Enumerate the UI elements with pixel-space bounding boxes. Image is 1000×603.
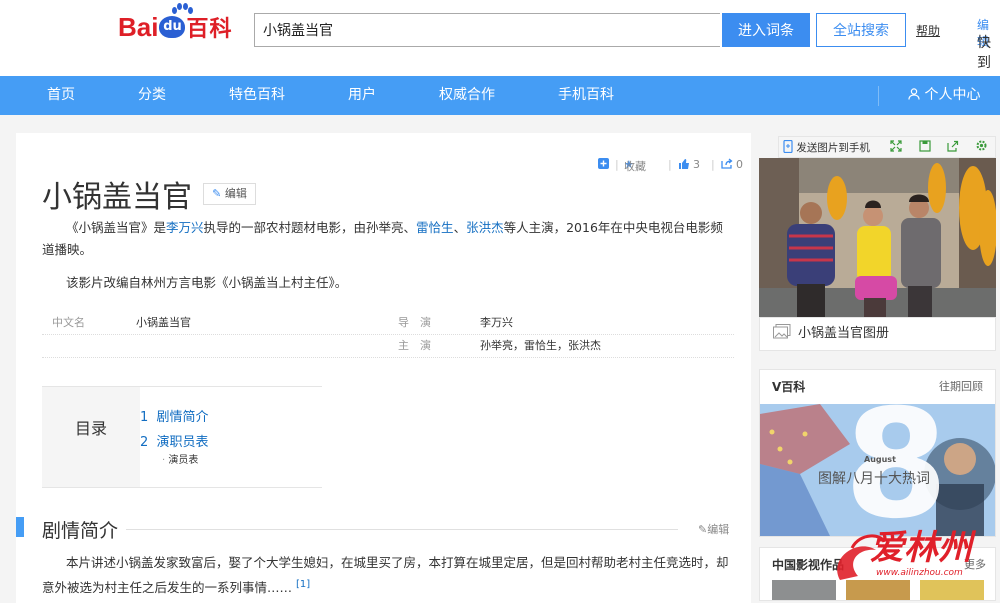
toc-subitem-cast-list[interactable]: · 演员表 [162,451,198,466]
intro-paragraph-1: 《小锅盖当官》是李万兴执导的一部农村题材电影，由孙举亮、雷恰生、张洪杰等人主演，… [42,217,734,261]
infobox-row: 主 演 孙举亮，雷恰生，张洪杰 [42,335,734,358]
like-count: 3 [693,158,700,171]
nav-divider [878,86,879,106]
info-label: 导 演 [398,316,431,329]
actor-link[interactable]: 张洪杰 [466,220,504,235]
logo-bai-text: Bai [118,12,159,42]
info-value: 李万兴 [480,316,513,329]
nav-home[interactable]: 首页 [47,76,75,115]
nav-featured[interactable]: 特色百科 [229,76,285,115]
logo-du-text: du [159,16,186,38]
share-icon [721,158,733,169]
plot-paragraph: 本片讲述小锅盖发家致富后，娶了个大学生媳妇，在城里买了房，本打算在城里定居，但是… [42,552,734,599]
v-baike-header: V百科 往期回顾 [760,370,995,404]
movie-still-image [759,158,996,317]
intro-text: 《小锅盖当官》是 [66,220,167,235]
send-to-phone-button[interactable]: 发送图片到手机 [783,139,870,155]
baidu-baike-logo[interactable]: Bai du 百科 [118,3,233,47]
toc-title: 目录 [42,387,140,487]
v-baike-title: V百科 [772,380,806,394]
intro-text: 、 [453,220,467,235]
nav-mobile[interactable]: 手机百科 [558,76,614,115]
reference-link[interactable]: [1] [296,579,310,590]
nav-category[interactable]: 分类 [138,76,166,115]
fast-top-text: 快到 [977,35,991,71]
nav-personal-center[interactable]: 个人中心 [908,76,980,115]
v-baike-box: V百科 往期回顾 8 August 图解八月十大热词 [759,369,996,537]
user-icon [908,88,920,100]
toc-number: 2 [140,435,149,450]
image-icon [773,318,791,350]
header: Baidu百科 进入词条 全站搜索 帮助 编辑 快到 [0,0,1000,76]
album-label: 小锅盖当官图册 [798,326,890,341]
intro-paragraph-2: 该影片改编自林州方言电影《小锅盖当上村主任》。 [66,275,348,290]
toc-number: 1 [140,410,149,425]
toolbar-divider: | [668,158,672,171]
toc-item-plot[interactable]: 1 剧情简介 [140,406,209,425]
section-divider [126,529,678,530]
info-label: 中文名 [52,316,85,329]
nav-users[interactable]: 用户 [348,76,376,115]
toc-sub-label: 演员表 [168,455,199,466]
v-baike-caption: 图解八月十大热词 [818,471,930,487]
nav-partners[interactable]: 权威合作 [439,76,495,115]
august-label: August [864,455,896,464]
edit-button-label: 编辑 [224,187,247,200]
director-link[interactable]: 李万兴 [166,220,204,235]
image-toolbar: 发送图片到手机 [778,136,996,158]
thumbs-up-icon [679,159,689,169]
section-edit-label: 编辑 [707,523,730,536]
table-of-contents: 目录 1 剧情简介 2 演职员表 · 演员表 [42,386,322,488]
entry-photo[interactable] [759,158,996,317]
fullscreen-icon[interactable] [890,140,902,155]
phone-icon [783,139,793,154]
info-value: 小锅盖当官 [136,316,191,329]
like-button[interactable]: 3 [678,158,700,171]
film-thumbnail[interactable] [772,580,836,600]
v-baike-more-link[interactable]: 往期回顾 [939,370,983,404]
watermark-name: 爱林州 [870,528,972,568]
main-nav: 首页 分类 特色百科 用户 权威合作 手机百科 个人中心 [0,76,1000,115]
toc-label: 剧情简介 [156,410,209,425]
send-to-phone-label: 发送图片到手机 [796,142,870,154]
share-count: 0 [736,158,743,171]
bullet-icon: · [162,455,166,466]
pencil-icon: ✎ [698,523,708,536]
info-label: 主 演 [398,339,431,352]
info-value: 孙举亮，雷恰生，张洪杰 [480,339,601,352]
toolbar-divider: | [711,158,715,171]
toc-label: 演职员表 [156,435,209,450]
edit-button[interactable]: ✎ 编辑 [203,183,256,205]
album-link[interactable]: 小锅盖当官图册 [759,317,996,351]
entry-title: 小锅盖当官 [42,180,192,215]
search-input[interactable] [254,13,720,47]
save-icon[interactable] [919,140,931,155]
personal-center-label: 个人中心 [924,87,981,103]
toc-item-cast[interactable]: 2 演职员表 [140,431,209,450]
help-link[interactable]: 帮助 [916,22,940,39]
v-baike-banner[interactable]: 8 August 图解八月十大热词 [760,404,995,536]
watermark-url: www.ailinzhou.com [876,568,963,578]
watermark: 爱林州 www.ailinzhou.com [828,528,998,592]
share-button[interactable]: 0 [721,158,743,171]
plot-text: 本片讲述小锅盖发家致富后，娶了个大学生媳妇，在城里买了房，本打算在城里定居，但是… [42,555,729,596]
section-marker [16,517,24,537]
export-icon[interactable] [947,140,959,155]
actor-link[interactable]: 雷恰生 [416,220,454,235]
intro-text: 执导的一部农村题材电影，由孙举亮、 [203,220,417,235]
logo-baike-text: 百科 [186,17,233,42]
toolbar-divider: | [615,158,619,171]
add-icon[interactable] [598,158,609,172]
enter-entry-button[interactable]: 进入词条 [722,13,810,47]
section-title: 剧情简介 [42,520,119,542]
section-edit-button[interactable]: ✎编辑 [698,521,729,537]
pencil-icon: ✎ [212,187,222,200]
infobox-row: 中文名 小锅盖当官 导 演 李万兴 [42,312,734,335]
paw-icon [170,3,193,15]
favorite-label: 收藏 [624,160,646,173]
site-search-button[interactable]: 全站搜索 [816,13,906,47]
gear-icon[interactable] [975,139,988,155]
